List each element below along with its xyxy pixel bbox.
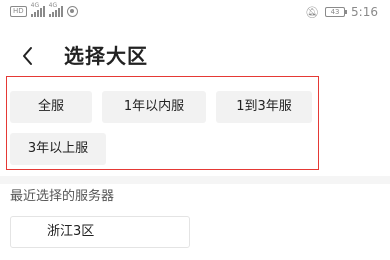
chevron-left-icon xyxy=(23,47,32,65)
back-button[interactable] xyxy=(14,42,42,70)
vpn-icon xyxy=(66,6,78,17)
page-title: 选择大区 xyxy=(64,44,148,68)
header: 选择大区 xyxy=(0,36,390,76)
status-right-icons: 🔕︎ 43 5:16 xyxy=(305,5,378,19)
filter-over-3-years[interactable]: 3年以上服 xyxy=(10,133,106,165)
signal-icon: 4G xyxy=(30,2,45,17)
status-time: 5:16 xyxy=(351,5,378,19)
battery-icon: 43 xyxy=(325,7,348,17)
recent-server-item[interactable]: 浙江3区 xyxy=(10,216,190,248)
status-bar: HD 4G 4G 🔕︎ 43 5:16 xyxy=(0,0,390,26)
signal-icon: 4G xyxy=(48,2,63,17)
filter-1-to-3-years[interactable]: 1到3年服 xyxy=(216,91,312,123)
filter-under-1-year[interactable]: 1年以内服 xyxy=(102,91,206,123)
mute-icon: 🔕︎ xyxy=(305,5,320,19)
section-divider xyxy=(0,176,390,184)
hd-icon: HD xyxy=(10,6,27,17)
recent-servers-label: 最近选择的服务器 xyxy=(10,189,115,204)
filter-all[interactable]: 全服 xyxy=(10,91,92,123)
status-left-icons: HD 4G 4G xyxy=(10,2,78,17)
server-age-filter: 全服 1年以内服 1到3年服 3年以上服 xyxy=(0,84,390,172)
screen: HD 4G 4G 🔕︎ 43 5:16 选择大区 全服 1年以内服 1到3年服 … xyxy=(0,0,390,260)
